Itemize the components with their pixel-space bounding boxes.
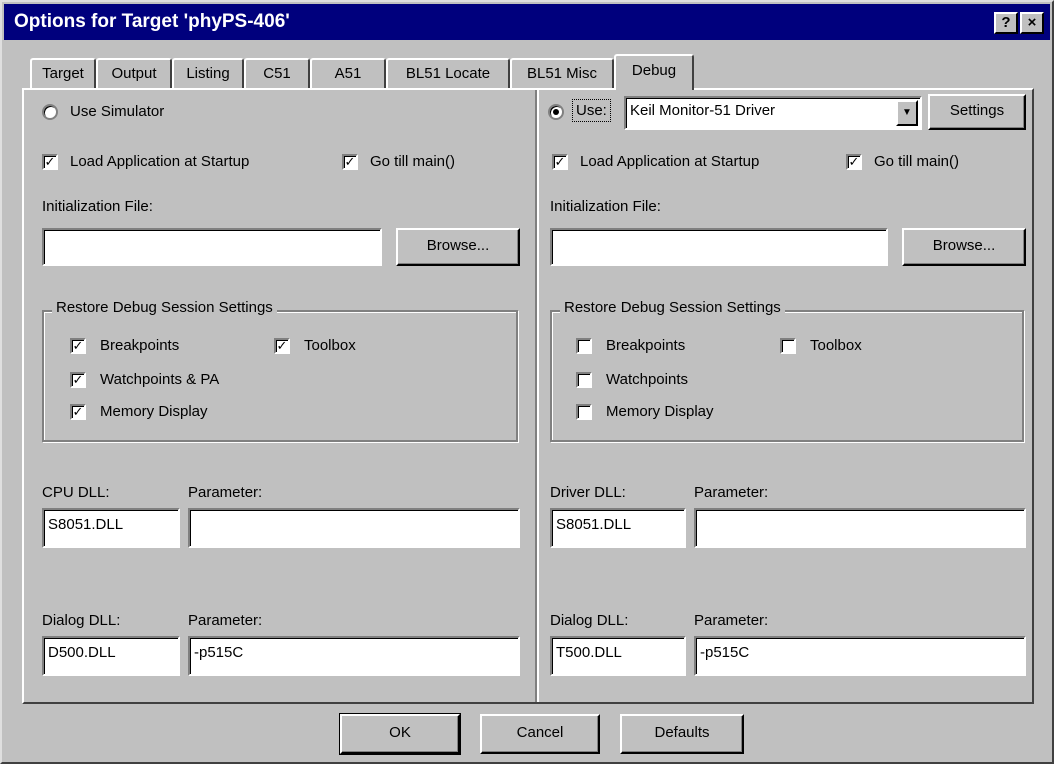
right-dialog-param-label: Parameter: — [694, 612, 769, 629]
check-icon: ✓ — [44, 154, 56, 169]
right-go-main-checkbox[interactable]: ✓ — [846, 154, 862, 170]
left-watchpoints-label: Watchpoints & PA — [100, 371, 220, 388]
driver-param-input[interactable] — [694, 508, 1026, 548]
right-go-main-label: Go till main() — [874, 153, 960, 170]
driver-select-value: Keil Monitor-51 Driver — [630, 102, 776, 119]
tab-target[interactable]: Target — [30, 58, 96, 88]
right-watchpoints-label: Watchpoints — [606, 371, 688, 388]
use-driver-radio[interactable] — [548, 104, 564, 120]
right-watchpoints-checkbox[interactable] — [576, 372, 592, 388]
ok-button[interactable]: OK — [339, 713, 461, 755]
driver-dll-label: Driver DLL: — [550, 484, 626, 501]
right-dialog-param-input[interactable]: -p515C — [694, 636, 1026, 676]
tab-bl51-misc[interactable]: BL51 Misc — [510, 58, 614, 88]
left-toolbox-checkbox[interactable]: ✓ — [274, 338, 290, 354]
left-restore-group-title: Restore Debug Session Settings — [52, 299, 277, 316]
left-dialog-param-label: Parameter: — [188, 612, 263, 629]
chevron-down-icon[interactable]: ▼ — [896, 100, 918, 126]
driver-param-label: Parameter: — [694, 484, 769, 501]
right-breakpoints-label: Breakpoints — [606, 337, 686, 354]
tab-bl51-locate[interactable]: BL51 Locate — [386, 58, 510, 88]
left-watchpoints-checkbox[interactable]: ✓ — [70, 372, 86, 388]
left-go-main-label: Go till main() — [370, 153, 456, 170]
left-load-app-label: Load Application at Startup — [70, 153, 250, 170]
left-dialog-param-input[interactable]: -p515C — [188, 636, 520, 676]
right-breakpoints-checkbox[interactable] — [576, 338, 592, 354]
right-load-app-label: Load Application at Startup — [580, 153, 760, 170]
check-icon: ✓ — [72, 338, 84, 353]
use-simulator-label: Use Simulator — [70, 103, 165, 120]
right-browse-button[interactable]: Browse... — [902, 228, 1026, 266]
right-memory-checkbox[interactable] — [576, 404, 592, 420]
check-icon: ✓ — [344, 154, 356, 169]
left-init-file-label: Initialization File: — [42, 198, 153, 215]
cancel-button[interactable]: Cancel — [480, 714, 600, 754]
left-browse-button[interactable]: Browse... — [396, 228, 520, 266]
left-init-file-input[interactable] — [42, 228, 382, 266]
right-init-file-input[interactable] — [550, 228, 888, 266]
left-toolbox-label: Toolbox — [304, 337, 356, 354]
cpu-param-input[interactable] — [188, 508, 520, 548]
left-load-app-checkbox[interactable]: ✓ — [42, 154, 58, 170]
settings-button[interactable]: Settings — [928, 94, 1026, 130]
right-dialog-dll-input[interactable]: T500.DLL — [550, 636, 686, 676]
check-icon: ✓ — [72, 372, 84, 387]
check-icon: ✓ — [554, 154, 566, 169]
check-icon: ✓ — [848, 154, 860, 169]
radio-selected-dot — [553, 109, 559, 115]
use-simulator-radio[interactable] — [42, 104, 58, 120]
right-load-app-checkbox[interactable]: ✓ — [552, 154, 568, 170]
right-restore-group-title: Restore Debug Session Settings — [560, 299, 785, 316]
close-button[interactable]: × — [1020, 12, 1044, 34]
panel-divider-highlight — [537, 90, 539, 702]
tab-output[interactable]: Output — [96, 58, 172, 88]
window-title: Options for Target 'phyPS-406' — [14, 11, 290, 32]
left-memory-checkbox[interactable]: ✓ — [70, 404, 86, 420]
driver-dll-input[interactable]: S8051.DLL — [550, 508, 686, 548]
help-button[interactable]: ? — [994, 12, 1018, 34]
check-icon: ✓ — [276, 338, 288, 353]
left-go-main-checkbox[interactable]: ✓ — [342, 154, 358, 170]
left-dialog-dll-input[interactable]: D500.DLL — [42, 636, 180, 676]
tab-c51[interactable]: C51 — [244, 58, 310, 88]
right-init-file-label: Initialization File: — [550, 198, 661, 215]
title-bar[interactable]: Options for Target 'phyPS-406' ? × — [4, 4, 1050, 40]
left-breakpoints-label: Breakpoints — [100, 337, 180, 354]
right-memory-label: Memory Display — [606, 403, 714, 420]
right-dialog-dll-label: Dialog DLL: — [550, 612, 629, 629]
left-dialog-dll-label: Dialog DLL: — [42, 612, 121, 629]
left-breakpoints-checkbox[interactable]: ✓ — [70, 338, 86, 354]
tab-listing[interactable]: Listing — [172, 58, 244, 88]
tab-debug[interactable]: Debug — [614, 54, 694, 90]
cpu-dll-label: CPU DLL: — [42, 484, 110, 501]
cpu-param-label: Parameter: — [188, 484, 263, 501]
tab-a51[interactable]: A51 — [310, 58, 386, 88]
check-icon: ✓ — [72, 404, 84, 419]
use-driver-label: Use: — [572, 99, 611, 122]
cpu-dll-input[interactable]: S8051.DLL — [42, 508, 180, 548]
right-toolbox-checkbox[interactable] — [780, 338, 796, 354]
right-toolbox-label: Toolbox — [810, 337, 862, 354]
left-memory-label: Memory Display — [100, 403, 208, 420]
driver-select[interactable]: Keil Monitor-51 Driver ▼ — [624, 96, 922, 130]
defaults-button[interactable]: Defaults — [620, 714, 744, 754]
